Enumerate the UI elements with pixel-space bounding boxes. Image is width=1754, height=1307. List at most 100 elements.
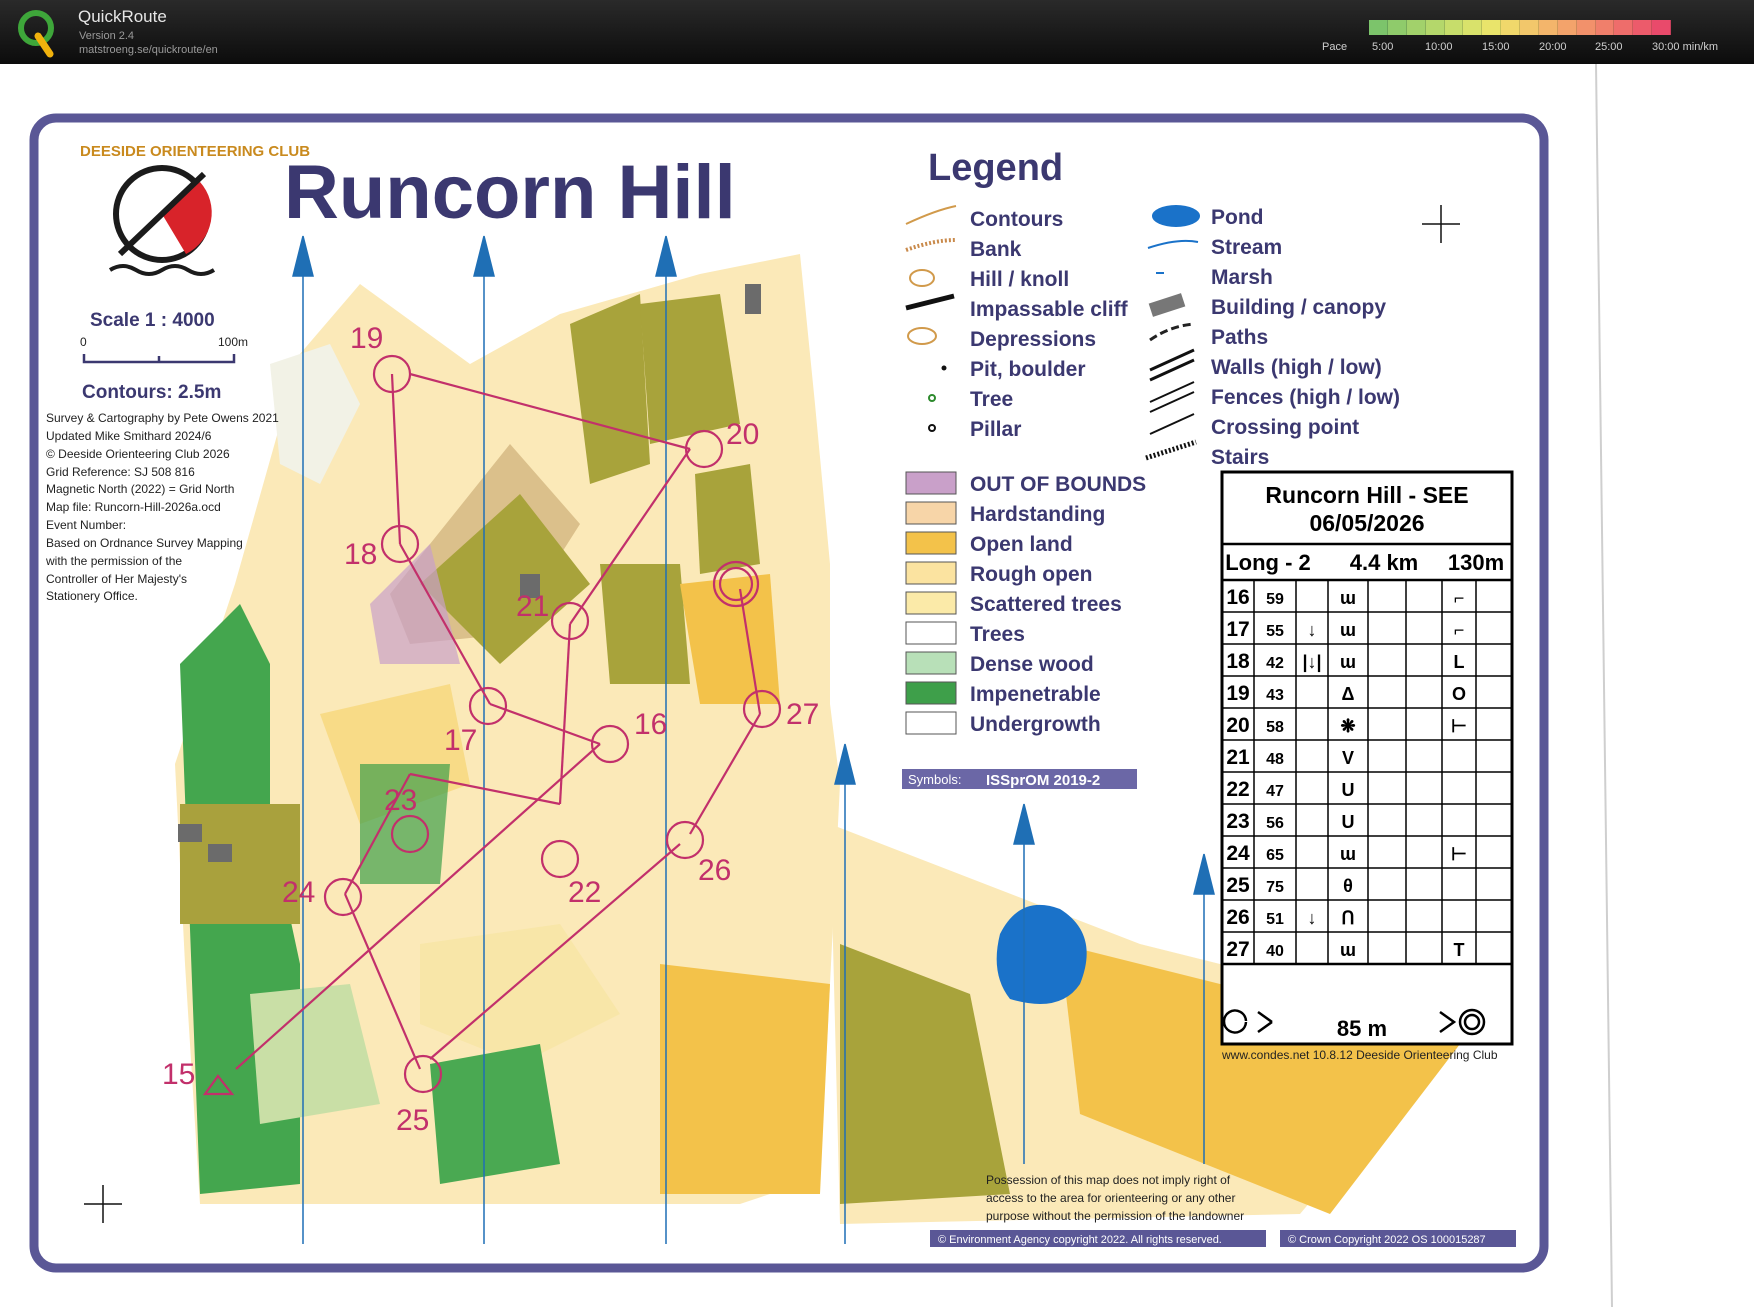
- control-row-code: 58: [1266, 719, 1284, 736]
- svg-text:Contours: Contours: [970, 208, 1063, 231]
- control-number-18: 18: [344, 538, 377, 571]
- svg-text:Impenetrable: Impenetrable: [970, 683, 1101, 706]
- pace-tick: 25:00: [1595, 41, 1623, 53]
- pace-scale-segment: [1633, 20, 1653, 35]
- event-date: 06/05/2026: [1309, 510, 1424, 536]
- svg-text:Grid Reference: SJ 508 816: Grid Reference: SJ 508 816: [46, 465, 195, 479]
- svg-text:Rough open: Rough open: [970, 563, 1092, 586]
- pace-scale-segment: [1576, 20, 1596, 35]
- control-row-column-c: |↓|: [1302, 652, 1321, 672]
- map-scale: Scale 1 : 4000: [90, 310, 215, 331]
- svg-text:Trees: Trees: [970, 623, 1025, 646]
- app-titlebar: QuickRoute Version 2.4 matstroeng.se/qui…: [0, 0, 1754, 64]
- quickroute-logo-icon: [18, 10, 54, 58]
- control-number-23: 23: [384, 784, 417, 817]
- control-row-feature: ɯ: [1340, 844, 1356, 864]
- svg-text:Scattered trees: Scattered trees: [970, 593, 1122, 616]
- pace-scale-segment: [1406, 20, 1426, 35]
- control-row-code: 55: [1266, 623, 1284, 640]
- svg-text:OUT OF BOUNDS: OUT OF BOUNDS: [970, 473, 1146, 496]
- control-row-location: ⌐: [1454, 620, 1465, 640]
- svg-text:Stationery Office.: Stationery Office.: [46, 589, 138, 603]
- map-title: Runcorn Hill: [284, 150, 736, 235]
- svg-text:Pillar: Pillar: [970, 418, 1021, 441]
- control-number-22: 22: [568, 876, 601, 909]
- scale-max: 100m: [218, 335, 248, 349]
- pace-label: Pace: [1322, 41, 1348, 53]
- orienteering-map[interactable]: 15 16 17 18 19 20 21 22 23 24 25 26 27 D…: [0, 64, 1754, 1307]
- club-name: DEESIDE ORIENTEERING CLUB: [80, 143, 310, 160]
- control-row-code: 59: [1266, 591, 1284, 608]
- app-url[interactable]: matstroeng.se/quickroute/en: [79, 44, 218, 56]
- control-row-code: 75: [1266, 879, 1284, 896]
- control-row-number: 23: [1226, 810, 1249, 833]
- pace-scale-segment: [1538, 20, 1558, 35]
- control-row-code: 43: [1266, 687, 1284, 704]
- control-row-number: 18: [1226, 650, 1250, 673]
- pace-scale-segment: [1520, 20, 1539, 35]
- control-row-feature: ɯ: [1340, 620, 1356, 640]
- pace-tick: 15:00: [1482, 41, 1510, 53]
- svg-text:Building / canopy: Building / canopy: [1211, 296, 1386, 319]
- svg-text:Bank: Bank: [970, 238, 1022, 261]
- control-row-column-c: ↓: [1308, 620, 1317, 640]
- pace-scale-segment: [1444, 20, 1464, 35]
- svg-text:Walls (high / low): Walls (high / low): [1211, 356, 1382, 379]
- control-row-feature: U: [1342, 812, 1355, 832]
- control-row-code: 40: [1266, 943, 1284, 960]
- contour-interval: Contours: 2.5m: [82, 382, 221, 403]
- svg-text:Stairs: Stairs: [1211, 446, 1269, 469]
- control-row-feature: U: [1342, 780, 1355, 800]
- control-row-number: 25: [1226, 874, 1250, 897]
- control-row-code: 51: [1266, 911, 1284, 928]
- control-row-location: ⊢: [1451, 716, 1467, 736]
- pace-scale-segment: [1557, 20, 1577, 35]
- svg-text:Possession of this map does no: Possession of this map does not imply ri…: [986, 1173, 1231, 1187]
- svg-text:Fences (high / low): Fences (high / low): [1211, 386, 1400, 409]
- pace-scale-segment: [1652, 20, 1671, 35]
- control-number-27: 27: [786, 698, 819, 731]
- control-row-number: 20: [1226, 714, 1249, 737]
- pace-scale-segment: [1482, 20, 1502, 35]
- control-row-feature: ɯ: [1340, 652, 1356, 672]
- svg-text:© Deeside Orienteering Club 20: © Deeside Orienteering Club 2026: [46, 447, 230, 461]
- control-row-feature: θ: [1343, 876, 1353, 896]
- svg-text:Tree: Tree: [970, 388, 1013, 411]
- map-canvas[interactable]: 15 16 17 18 19 20 21 22 23 24 25 26 27 D…: [0, 64, 1754, 1307]
- crown-copyright: © Crown Copyright 2022 OS 100015287: [1288, 1234, 1486, 1246]
- app-title: QuickRoute: [78, 7, 167, 26]
- control-row-number: 22: [1226, 778, 1249, 801]
- svg-text:Controller of Her Majesty's: Controller of Her Majesty's: [46, 572, 187, 586]
- control-row-location: T: [1454, 940, 1465, 960]
- pace-scale-segment: [1614, 20, 1634, 35]
- pace-scale-segment: [1387, 20, 1407, 35]
- symbols-value: ISSprOM 2019-2: [986, 772, 1100, 789]
- svg-text:Open land: Open land: [970, 533, 1073, 556]
- pace-scale-segment: [1425, 20, 1445, 35]
- svg-text:Paths: Paths: [1211, 326, 1268, 349]
- pace-scale-segment: [1501, 20, 1520, 35]
- control-number-25: 25: [396, 1104, 429, 1137]
- pace-color-scale: [1369, 20, 1671, 35]
- control-description-sheet: Runcorn Hill - SEE 06/05/2026 Long - 2 4…: [1220, 470, 1514, 1046]
- control-number-17: 17: [444, 724, 477, 757]
- control-row-location: O: [1452, 684, 1466, 704]
- control-row-feature: ❋: [1340, 716, 1355, 736]
- finish-distance: 85 m: [1337, 1016, 1387, 1041]
- control-row-feature: ɯ: [1340, 588, 1356, 608]
- pace-tick: 5:00: [1372, 41, 1394, 53]
- control-number-15: 15: [162, 1058, 195, 1091]
- pace-tick: 10:00: [1425, 41, 1453, 53]
- legend-title: Legend: [928, 147, 1063, 189]
- svg-text:Pit, boulder: Pit, boulder: [970, 358, 1086, 381]
- course-name: Long - 2: [1225, 550, 1311, 575]
- control-row-number: 17: [1226, 618, 1249, 641]
- svg-text:Based on Ordnance Survey Mappi: Based on Ordnance Survey Mapping: [46, 536, 243, 550]
- pace-scale-segment: [1463, 20, 1483, 35]
- control-number-26: 26: [698, 854, 731, 887]
- control-row-number: 16: [1226, 586, 1249, 609]
- svg-text:Magnetic North (2022) = Grid N: Magnetic North (2022) = Grid North: [46, 482, 234, 496]
- control-row-feature: ɯ: [1340, 940, 1356, 960]
- control-row-number: 19: [1226, 682, 1249, 705]
- svg-text:Updated Mike Smithard 2024/6: Updated Mike Smithard 2024/6: [46, 429, 212, 443]
